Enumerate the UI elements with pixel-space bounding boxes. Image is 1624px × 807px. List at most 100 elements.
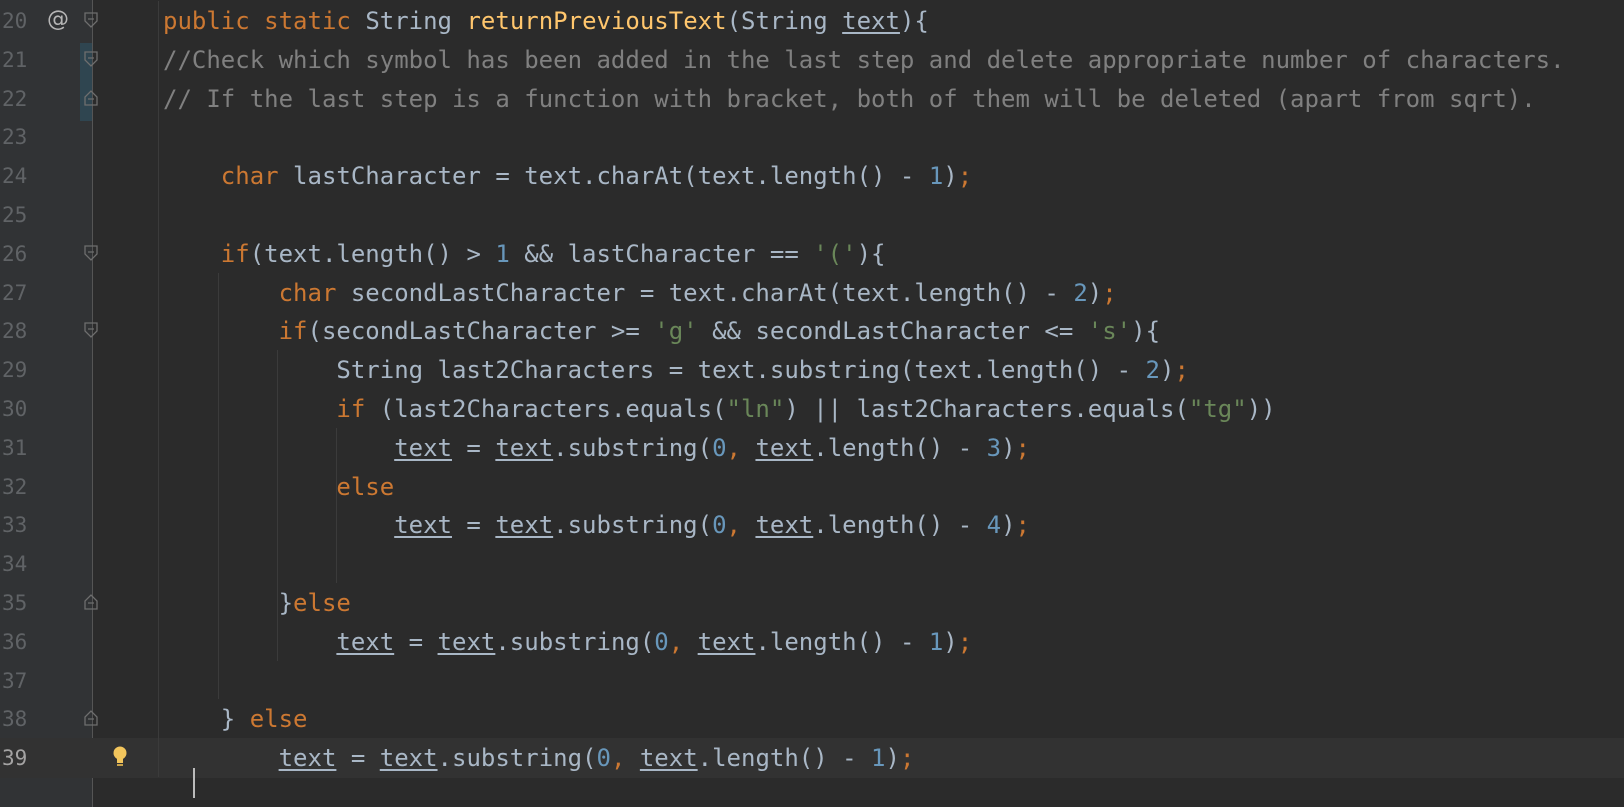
line-number[interactable]: 31 — [2, 435, 34, 461]
token: ) — [1160, 356, 1175, 385]
token-param: text — [639, 744, 698, 773]
code-text[interactable]: text = text.substring(0, text.length() -… — [163, 744, 915, 773]
code-line-35[interactable]: 35 }else — [0, 583, 1624, 623]
code-text[interactable]: if(secondLastCharacter >= 'g' && secondL… — [163, 318, 1160, 345]
code-line-31[interactable]: 31 text = text.substring(0, text.length(… — [0, 428, 1624, 468]
line-number[interactable]: 37 — [2, 668, 34, 694]
line-number[interactable]: 20 — [2, 8, 34, 34]
indent-guide — [277, 350, 278, 661]
token-param: text — [842, 7, 900, 35]
fold-open-icon[interactable] — [84, 322, 98, 339]
code-text[interactable]: //Check which symbol has been added in t… — [163, 46, 1565, 74]
token: .substring( — [495, 627, 655, 656]
token-param: text — [336, 627, 395, 656]
fold-open-icon[interactable] — [84, 51, 98, 67]
code-line-22[interactable]: 22 // If the last step is a function with… — [0, 79, 1624, 119]
token-num: 0 — [712, 511, 727, 540]
code-line-29[interactable]: 29 String last2Characters = text.substri… — [0, 350, 1624, 390]
code-text[interactable]: // If the last step is a function with b… — [163, 84, 1536, 113]
code-text[interactable]: text = text.substring(0, text.length() -… — [163, 512, 1030, 539]
fold-open-icon[interactable] — [84, 12, 98, 28]
line-number[interactable]: 27 — [2, 280, 34, 306]
token: ){ — [899, 7, 929, 35]
token: .length() - — [813, 433, 987, 462]
code-text[interactable]: char secondLastCharacter = text.charAt(t… — [163, 278, 1117, 307]
line-number[interactable]: 33 — [2, 512, 34, 538]
line-number[interactable]: 35 — [2, 590, 34, 616]
token-num: 1 — [495, 239, 510, 268]
token-kw: , — [610, 744, 640, 773]
code-text[interactable]: } else — [163, 706, 308, 733]
token-param: text — [437, 627, 496, 656]
code-line-39[interactable]: 39 text = text.substring(0, text.length(… — [0, 738, 1624, 779]
code-line-33[interactable]: 33 text = text.substring(0, text.length(… — [0, 505, 1624, 545]
token-num: 1 — [928, 627, 944, 656]
line-number[interactable]: 23 — [2, 124, 34, 150]
token-str: 'g' — [654, 317, 698, 346]
line-number[interactable]: 28 — [2, 318, 34, 344]
line-number[interactable]: 32 — [2, 474, 34, 500]
override-icon[interactable]: @ — [47, 6, 69, 34]
code-text[interactable]: text = text.substring(0, text.length() -… — [163, 627, 972, 656]
line-number[interactable]: 22 — [2, 86, 34, 112]
fold-close-icon[interactable] — [84, 710, 98, 727]
token-cm: // If the last step is a function with b… — [163, 84, 1536, 113]
fold-open-icon[interactable] — [84, 245, 98, 261]
token-num: 0 — [654, 627, 669, 656]
token: ) — [1087, 278, 1103, 307]
fold-close-icon[interactable] — [84, 594, 98, 610]
code-line-27[interactable]: 27 char secondLastCharacter = text.charA… — [0, 273, 1624, 313]
token-num: 1 — [928, 162, 944, 191]
code-editor[interactable]: 20 @ public static String returnPreviousTe… — [0, 0, 1624, 807]
code-line-26[interactable]: 26 if(text.length() > 1 && lastCharacter… — [0, 234, 1624, 274]
code-line-34[interactable]: 34 — [0, 544, 1624, 584]
code-text[interactable]: char lastCharacter = text.charAt(text.le… — [163, 163, 972, 190]
token: (text.length() > — [249, 239, 496, 268]
code-line-24[interactable]: 24 char lastCharacter = text.charAt(text… — [0, 156, 1624, 196]
line-number[interactable]: 34 — [2, 551, 34, 577]
code-line-36[interactable]: 36 text = text.substring(0, text.length(… — [0, 622, 1624, 662]
code-line-21[interactable]: 21 //Check which symbol has been added in… — [0, 40, 1624, 80]
code-line-20[interactable]: 20 @ public static String returnPreviousTe… — [0, 1, 1624, 41]
line-number[interactable]: 39 — [2, 745, 34, 771]
line-number[interactable]: 30 — [2, 396, 34, 422]
code-line-28[interactable]: 28 if(secondLastCharacter >= 'g' && seco… — [0, 311, 1624, 351]
code-line-30[interactable]: 30 if (last2Characters.equals("ln") || l… — [0, 389, 1624, 429]
token-kw: ; — [1174, 356, 1189, 385]
token-num: 0 — [712, 433, 727, 462]
code-line-37[interactable]: 37 — [0, 661, 1624, 701]
code-text[interactable]: String last2Characters = text.substring(… — [163, 357, 1189, 384]
code-line-25[interactable]: 25 — [0, 195, 1624, 235]
line-number[interactable]: 36 — [2, 629, 34, 655]
indent-guide — [218, 272, 219, 700]
code-text[interactable]: public static String returnPreviousText(… — [163, 8, 929, 35]
line-number[interactable]: 25 — [2, 202, 34, 228]
code-line-32[interactable]: 32 else — [0, 467, 1624, 507]
token-num: 3 — [986, 433, 1002, 462]
line-number[interactable]: 38 — [2, 706, 34, 732]
fold-close-icon[interactable] — [84, 89, 98, 106]
line-number[interactable]: 24 — [2, 163, 34, 189]
code-line-23[interactable]: 23 — [0, 117, 1624, 157]
line-number[interactable]: 29 — [2, 357, 34, 383]
code-text[interactable]: if(text.length() > 1 && lastCharacter ==… — [163, 239, 886, 268]
code-line-38[interactable]: 38 } else — [0, 699, 1624, 739]
token-param: text — [278, 744, 337, 773]
token: .substring( — [553, 511, 713, 540]
lightbulb-icon[interactable] — [111, 745, 129, 769]
code-text[interactable]: }else — [163, 590, 351, 617]
token-kw: ; — [899, 744, 915, 773]
indent-guide — [336, 427, 337, 583]
code-text[interactable]: else — [163, 473, 394, 501]
token-kw: char — [220, 162, 294, 191]
line-number[interactable]: 26 — [2, 241, 34, 267]
code-text[interactable]: if (last2Characters.equals("ln") || last… — [163, 395, 1275, 423]
token: secondLastCharacter = text.charAt(text.l… — [350, 278, 1074, 307]
token: } — [163, 589, 294, 617]
token-kw: ; — [1015, 433, 1030, 462]
line-number[interactable]: 21 — [2, 47, 34, 73]
token-kw: if — [336, 395, 380, 423]
code-text[interactable]: text = text.substring(0, text.length() -… — [163, 433, 1030, 462]
token-param: text — [379, 744, 438, 773]
